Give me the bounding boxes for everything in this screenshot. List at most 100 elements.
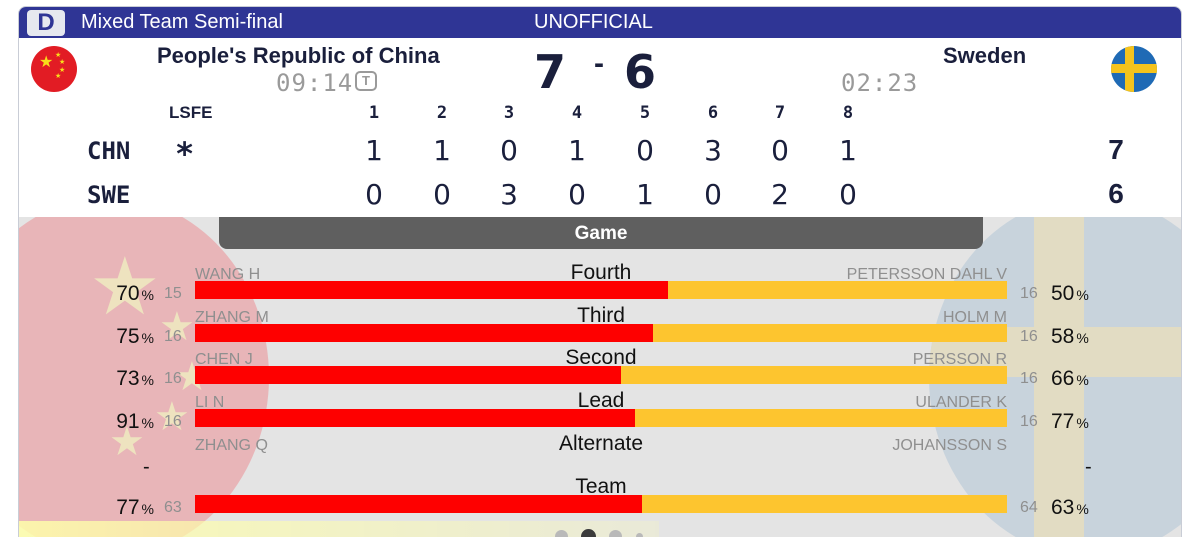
home-shot-count: 16 bbox=[164, 413, 182, 431]
stat-row-second: Second CHEN J PERSSON R 73% 66% 16 16 bbox=[19, 346, 1181, 391]
comparison-bar bbox=[195, 366, 1007, 385]
stat-row-third: Third ZHANG M HOLM M 75% 58% 16 16 bbox=[19, 304, 1181, 348]
home-end-1-score: 1 bbox=[365, 134, 383, 167]
pager-dot-4[interactable] bbox=[636, 533, 643, 537]
home-share-fill bbox=[195, 323, 653, 342]
away-end-3-score: 3 bbox=[500, 178, 518, 211]
home-shot-count: 16 bbox=[164, 327, 182, 345]
pager-dot-1[interactable] bbox=[555, 530, 568, 537]
draw-badge: D bbox=[27, 10, 65, 36]
away-team-name: Sweden bbox=[943, 43, 1027, 68]
end-header-1: 1 bbox=[368, 103, 380, 123]
china-flag-icon: ★ ★ ★ ★ ★ bbox=[31, 46, 77, 92]
percent-symbol: % bbox=[1076, 287, 1089, 303]
percent-symbol: % bbox=[141, 329, 154, 346]
stat-row-alternate: Alternate ZHANG Q JOHANSSON S-- bbox=[19, 431, 1181, 478]
stat-row-team: Team 77% 63% 63 64 bbox=[19, 475, 1181, 519]
percent-symbol: % bbox=[1076, 415, 1089, 432]
home-team-code: CHN bbox=[87, 137, 131, 165]
away-end-5-score: 1 bbox=[636, 178, 654, 211]
home-end-7-score: 0 bbox=[771, 134, 789, 167]
percent-symbol: % bbox=[141, 415, 154, 432]
away-score: 6 bbox=[624, 45, 657, 99]
percent-symbol: % bbox=[1076, 372, 1089, 389]
comparison-bar bbox=[195, 323, 1007, 342]
home-share-fill bbox=[195, 366, 622, 385]
percent-symbol: % bbox=[1076, 329, 1089, 346]
comparison-bar bbox=[195, 281, 1007, 299]
hammer-icon: * bbox=[175, 135, 195, 173]
home-percentage: 91% bbox=[116, 410, 154, 434]
home-shot-count: 63 bbox=[164, 498, 182, 516]
home-end-6-score: 3 bbox=[704, 134, 722, 167]
end-header-5: 5 bbox=[639, 103, 651, 123]
home-player-name: ZHANG Q bbox=[195, 436, 268, 454]
away-end-7-score: 2 bbox=[771, 178, 789, 211]
away-end-8-score: 0 bbox=[839, 178, 857, 211]
player-stats-panel: ★ ★ ★ ★ ★ Game Fourth WANG H PETERSSON DAH… bbox=[19, 217, 1181, 537]
away-percentage: 66% bbox=[1051, 367, 1089, 391]
header-bar: D Mixed Team Semi-final UNOFFICIAL bbox=[19, 7, 1181, 38]
home-total: 7 bbox=[1108, 134, 1124, 165]
away-shot-count: 64 bbox=[1020, 498, 1038, 516]
away-total: 6 bbox=[1108, 178, 1124, 209]
home-team-name: People's Republic of China bbox=[157, 43, 440, 68]
end-header-4: 4 bbox=[571, 103, 583, 123]
away-end-6-score: 0 bbox=[704, 178, 722, 211]
comparison-bar bbox=[195, 409, 1007, 428]
end-header-8: 8 bbox=[842, 103, 854, 123]
away-shot-count: 16 bbox=[1020, 327, 1038, 345]
away-thinking-clock: 02:23 bbox=[841, 69, 919, 97]
away-end-4-score: 0 bbox=[568, 178, 586, 211]
home-share-fill bbox=[195, 409, 636, 428]
home-end-2-score: 1 bbox=[433, 134, 451, 167]
home-share-fill bbox=[195, 494, 642, 513]
away-player-name: JOHANSSON S bbox=[892, 436, 1007, 454]
stat-row-lead: Lead LI N ULANDER K 91% 77% 16 16 bbox=[19, 389, 1181, 434]
result-status: UNOFFICIAL bbox=[534, 11, 653, 33]
percent-symbol: % bbox=[1076, 500, 1089, 517]
stat-row-fourth: Fourth WANG H PETERSSON DAHL V 70% 50% 15 16 bbox=[19, 261, 1181, 305]
away-shot-count: 16 bbox=[1020, 370, 1038, 388]
pager-dot-3[interactable] bbox=[609, 530, 622, 537]
home-percentage: 77% bbox=[116, 495, 154, 519]
away-team-code: SWE bbox=[87, 181, 131, 209]
position-label: Alternate bbox=[558, 431, 644, 455]
pager-dot-2[interactable] bbox=[581, 529, 596, 537]
away-end-2-score: 0 bbox=[433, 178, 451, 211]
home-share-fill bbox=[195, 281, 669, 299]
away-percentage: 77% bbox=[1051, 410, 1089, 434]
tab-game[interactable]: Game bbox=[219, 217, 983, 249]
home-percentage: 75% bbox=[116, 324, 154, 348]
home-score: 7 bbox=[534, 45, 567, 99]
home-percentage: 73% bbox=[116, 367, 154, 391]
home-shot-count: 15 bbox=[164, 285, 182, 302]
home-end-5-score: 0 bbox=[636, 134, 654, 167]
away-shot-count: 16 bbox=[1020, 285, 1038, 302]
away-percentage: 58% bbox=[1051, 324, 1089, 348]
pager-dots bbox=[555, 525, 655, 537]
away-shot-count: 16 bbox=[1020, 413, 1038, 431]
end-header-7: 7 bbox=[774, 103, 786, 123]
away-percentage: 50% bbox=[1051, 282, 1089, 305]
lsfe-header: LSFE bbox=[169, 103, 213, 122]
timeout-badge-icon: T bbox=[355, 71, 377, 91]
scoreboard-card: D Mixed Team Semi-final UNOFFICIAL ★ ★ ★… bbox=[18, 6, 1182, 537]
score-separator: - bbox=[594, 47, 604, 80]
end-header-6: 6 bbox=[707, 103, 719, 123]
away-end-1-score: 0 bbox=[365, 178, 383, 211]
sweden-flag-icon bbox=[1111, 46, 1157, 92]
percent-symbol: % bbox=[141, 372, 154, 389]
event-title: Mixed Team Semi-final bbox=[81, 11, 283, 33]
home-end-4-score: 1 bbox=[568, 134, 586, 167]
home-percentage: 70% bbox=[116, 282, 154, 305]
end-header-2: 2 bbox=[436, 103, 448, 123]
home-end-8-score: 1 bbox=[839, 134, 857, 167]
percent-symbol: % bbox=[141, 287, 154, 303]
away-percentage: 63% bbox=[1051, 495, 1089, 519]
end-header-3: 3 bbox=[503, 103, 515, 123]
home-end-3-score: 0 bbox=[500, 134, 518, 167]
home-shot-count: 16 bbox=[164, 370, 182, 388]
home-thinking-clock: 09:14 bbox=[276, 69, 354, 97]
comparison-bar bbox=[195, 494, 1007, 513]
